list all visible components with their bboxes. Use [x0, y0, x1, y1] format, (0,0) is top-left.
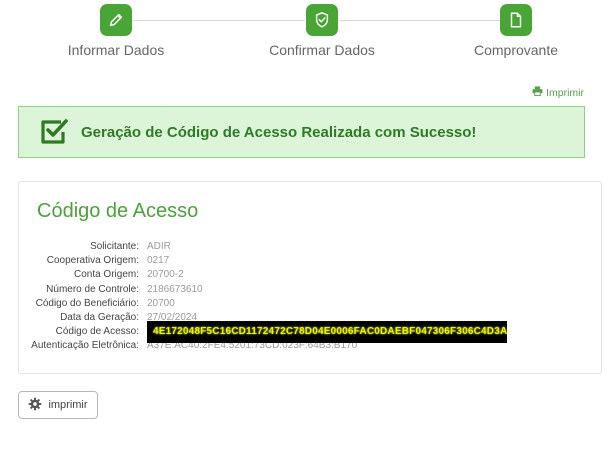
step-informar-dados: Informar Dados	[41, 4, 191, 58]
detail-row: Número de Controle: 2186673610	[19, 283, 507, 297]
checkbox-check-icon	[39, 118, 69, 146]
detail-row: Código do Beneficiário: 20700	[19, 297, 507, 311]
imprimir-button-label: imprimir	[48, 399, 88, 411]
card-title: Código de Acesso	[37, 200, 199, 222]
shield-check-icon	[306, 4, 338, 36]
detail-row: Código de Acesso: 4E172048F5C16CD1172472…	[19, 321, 507, 344]
detail-label: Solicitante:	[90, 241, 139, 252]
detail-label: Autenticação Eletrônica:	[31, 340, 139, 352]
step-label: Comprovante	[473, 42, 559, 58]
detail-label: Data da Geração:	[60, 311, 139, 323]
detail-label: Conta Origem:	[73, 269, 139, 281]
printer-icon	[532, 86, 543, 99]
print-link-label: Imprimir	[546, 86, 584, 99]
detail-label: Código do Beneficiário:	[35, 297, 139, 309]
imprimir-button[interactable]: imprimir	[18, 391, 98, 419]
detail-value: 2186673610	[147, 283, 203, 295]
success-alert: Geração de Código de Acesso Realizada co…	[18, 106, 585, 158]
step-label: Confirmar Dados	[269, 42, 375, 58]
details-list: Solicitante: ADIR Cooperativa Origem: 02…	[19, 240, 507, 354]
detail-row: Solicitante: ADIR	[19, 240, 507, 254]
step-label: Informar Dados	[67, 42, 165, 58]
access-code-value: 4E172048F5C16CD1172472C78D04E0006FAC0DAE…	[147, 321, 507, 344]
detail-value: ADIR	[147, 241, 171, 252]
print-link[interactable]: Imprimir	[532, 86, 584, 99]
detail-row: Cooperativa Origem: 0217	[19, 254, 507, 268]
detail-value: 20700-2	[147, 269, 184, 281]
detail-value: 20700	[147, 297, 175, 309]
detail-row: Conta Origem: 20700-2	[19, 268, 507, 282]
step-comprovante: Comprovante	[441, 4, 591, 58]
detail-label: Cooperativa Origem:	[46, 255, 139, 267]
success-message: Geração de Código de Acesso Realizada co…	[81, 123, 477, 141]
gear-icon	[28, 397, 42, 414]
detail-label: Número de Controle:	[46, 283, 139, 295]
detail-label: Código de Acesso:	[55, 326, 139, 338]
detail-value: 0217	[147, 255, 170, 267]
access-code-card: Código de Acesso Solicitante: ADIR Coope…	[18, 181, 602, 374]
pencil-icon	[100, 4, 132, 36]
document-icon	[500, 4, 532, 36]
step-confirmar-dados: Confirmar Dados	[247, 4, 397, 58]
progress-stepper: Informar Dados Confirmar Dados Comprovan…	[0, 0, 615, 70]
